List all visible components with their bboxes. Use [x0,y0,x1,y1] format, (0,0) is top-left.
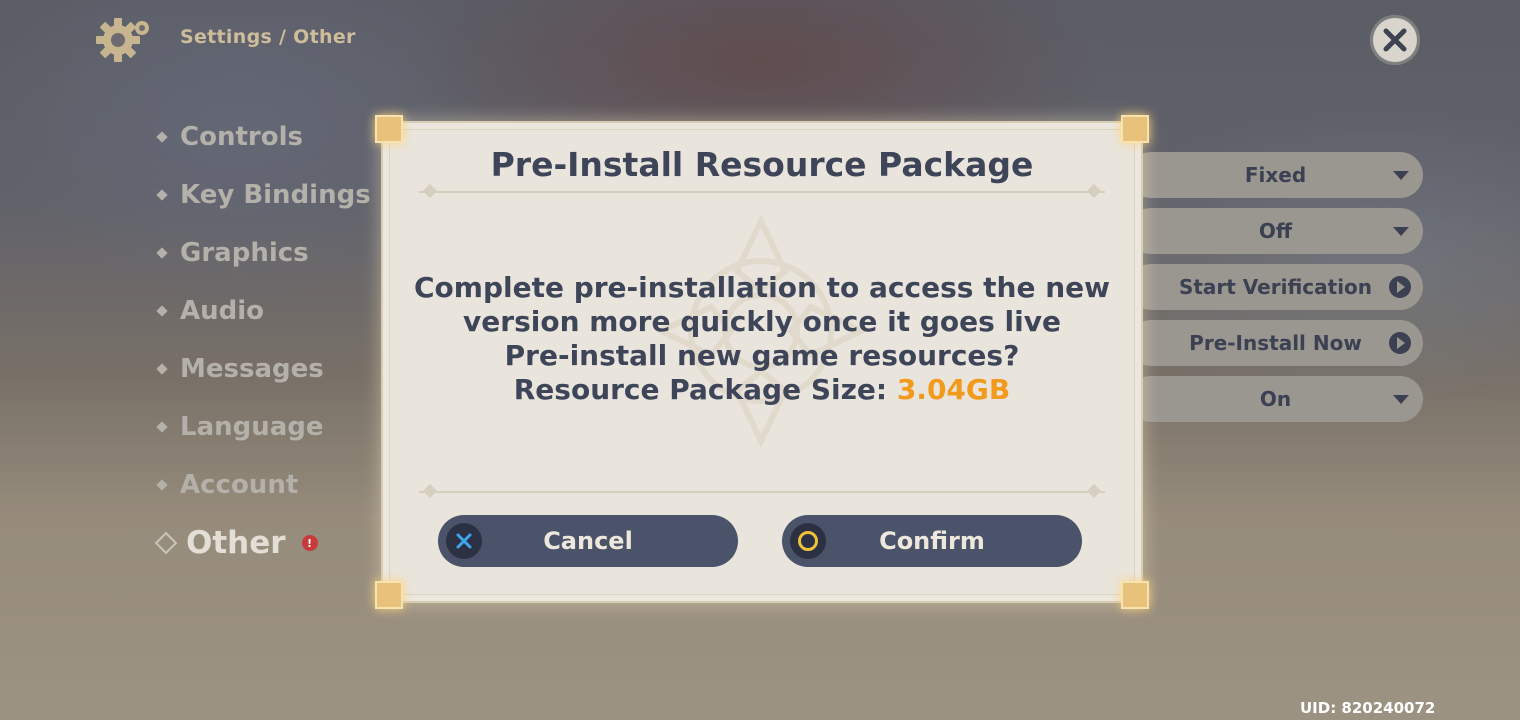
confirm-button[interactable]: Confirm [782,515,1082,567]
start-verification-button[interactable]: Start Verification [1128,264,1423,310]
play-arrow-icon [1389,332,1411,354]
uid-label: UID: 820240072 [1300,699,1436,717]
alert-badge: ! [301,535,318,551]
package-size-line: Resource Package Size: 3.04GB [383,373,1141,407]
setting-value: Pre-Install Now [1189,331,1362,355]
bullet-icon [156,479,168,491]
menu-item-language[interactable]: Language [156,398,371,456]
pre-install-dialog: Pre-Install Resource Package Complete pr… [375,115,1149,609]
menu-item-label: Graphics [180,238,309,268]
menu-item-label: Language [180,412,324,442]
bullet-icon [156,421,168,433]
setting-dropdown-on[interactable]: On [1128,376,1423,422]
gear-icon [92,14,154,66]
bullet-icon [156,363,168,375]
dropdown-arrow-icon [1393,170,1409,180]
corner-ornament-icon [375,115,403,143]
setting-dropdown-off[interactable]: Off [1128,208,1423,254]
setting-dropdown-fixed[interactable]: Fixed [1128,152,1423,198]
bullet-icon [156,305,168,317]
setting-value: On [1259,387,1292,411]
menu-item-messages[interactable]: Messages [156,340,371,398]
dialog-title: Pre-Install Resource Package [490,145,1034,184]
cancel-label: Cancel [543,527,633,555]
menu-item-label: Controls [180,122,303,152]
cross-icon [446,523,482,559]
menu-item-label: Account [180,470,299,500]
bullet-icon [156,131,168,143]
menu-item-label: Audio [180,296,265,326]
divider [419,491,1105,493]
dropdown-arrow-icon [1393,394,1409,404]
menu-item-key-bindings[interactable]: Key Bindings [156,166,371,224]
close-icon [1383,28,1407,52]
divider [419,191,1105,193]
menu-item-controls[interactable]: Controls [156,108,371,166]
bullet-icon [156,247,168,259]
close-button[interactable] [1370,15,1420,65]
dialog-message: Complete pre-installation to access the … [383,271,1141,407]
confirm-label: Confirm [879,527,985,555]
message-line: Complete pre-installation to access the … [413,271,1111,304]
corner-ornament-icon [1121,581,1149,609]
bullet-icon [156,189,168,201]
corner-ornament-icon [375,581,403,609]
settings-menu: Controls Key Bindings Graphics Audio Mes… [154,108,371,572]
play-arrow-icon [1389,276,1411,298]
dropdown-arrow-icon [1393,226,1409,236]
setting-value: Fixed [1244,163,1307,187]
pre-install-now-button[interactable]: Pre-Install Now [1128,320,1423,366]
message-line: version more quickly once it goes live [463,305,1061,338]
menu-item-other[interactable]: Other! [154,514,371,572]
package-size-value: 3.04GB [896,373,1011,406]
setting-value: Off [1258,219,1293,243]
menu-item-label: Key Bindings [180,180,371,210]
menu-item-graphics[interactable]: Graphics [156,224,371,282]
cancel-button[interactable]: Cancel [438,515,738,567]
menu-item-audio[interactable]: Audio [156,282,371,340]
setting-value: Start Verification [1178,275,1373,299]
menu-item-account[interactable]: Account [156,456,371,514]
corner-ornament-icon [1121,115,1149,143]
message-line: Pre-install new game resources? [504,339,1020,372]
menu-item-label: Other [186,525,286,561]
menu-item-label: Messages [180,354,324,384]
circle-icon [790,523,826,559]
breadcrumb: Settings / Other [180,26,356,48]
bullet-icon [154,531,178,555]
package-size-label: Resource Package Size: [513,373,888,406]
